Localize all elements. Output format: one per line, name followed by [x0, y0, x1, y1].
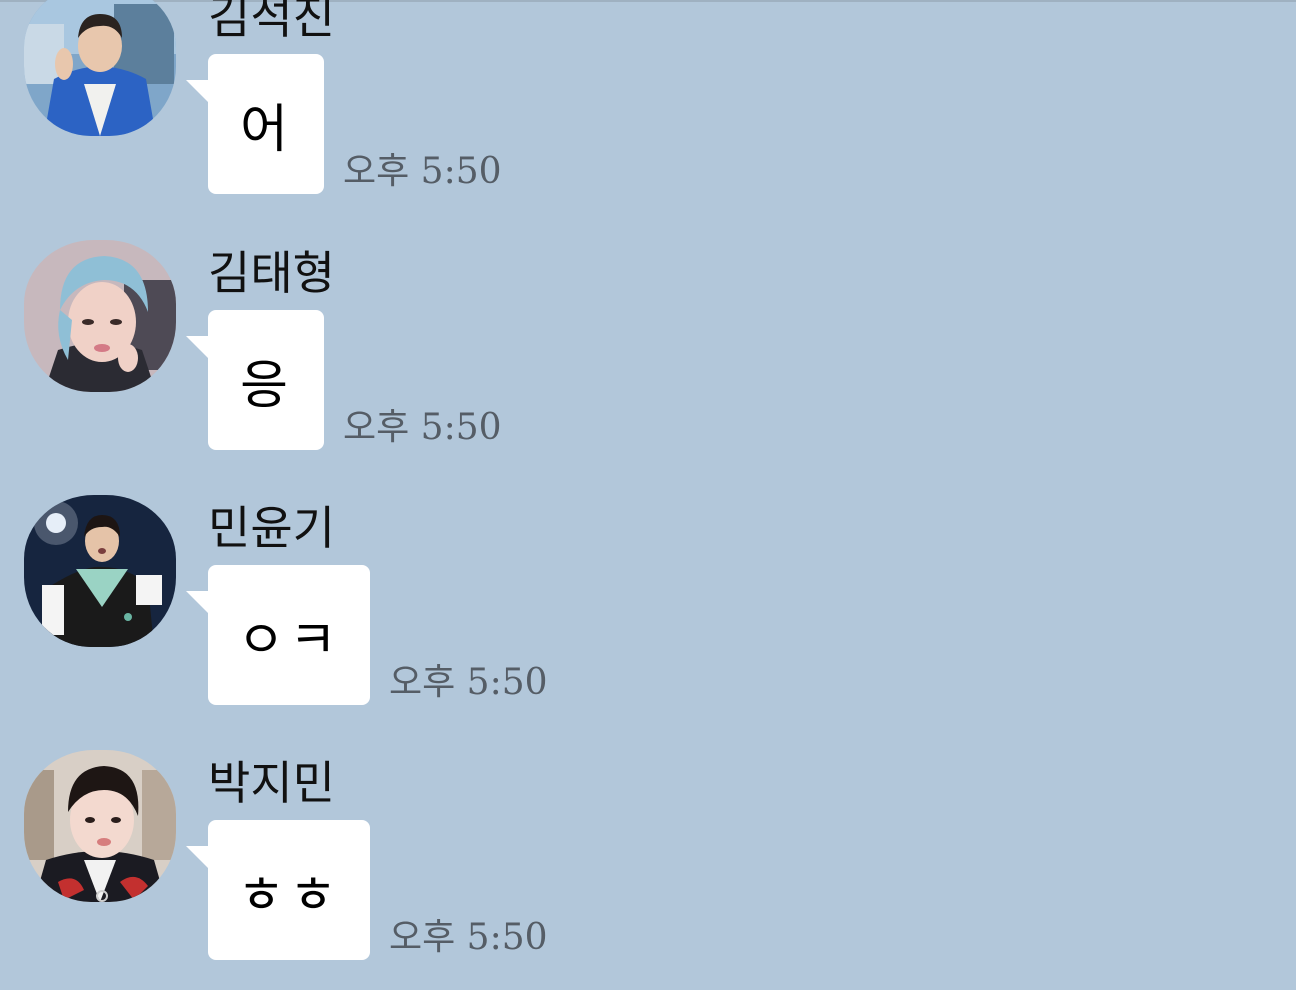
message-bubble[interactable]: ㅇㅋ: [186, 565, 370, 705]
message-time: 오후 5:50: [389, 662, 548, 703]
bubble-tail: [186, 336, 210, 360]
message-text: ㅇㅋ: [237, 610, 341, 671]
profile-photo-icon: [24, 0, 176, 136]
avatar[interactable]: [24, 0, 176, 136]
message-bubble[interactable]: 어: [186, 54, 324, 194]
chat-message: 박지민 ㅎㅎ 오후 5:50: [0, 750, 1296, 990]
sender-name: 김태형: [208, 246, 335, 300]
message-text: ㅎㅎ: [237, 865, 341, 926]
avatar[interactable]: [24, 240, 176, 392]
chat-message: 김석진 어 오후 5:50: [0, 0, 1296, 224]
profile-photo-icon: [24, 750, 176, 902]
chat-message: 김태형 응 오후 5:50: [0, 240, 1296, 480]
message-time: 오후 5:50: [343, 151, 502, 192]
bubble-tail: [186, 591, 210, 615]
sender-name: 박지민: [208, 756, 335, 810]
message-bubble[interactable]: ㅎㅎ: [186, 820, 370, 960]
message-text: 응: [240, 355, 292, 416]
message-time: 오후 5:50: [389, 917, 548, 958]
profile-photo-icon: [24, 240, 176, 392]
bubble-tail: [186, 846, 210, 870]
profile-photo-icon: [24, 495, 176, 647]
message-bubble[interactable]: 응: [186, 310, 324, 450]
message-text: 어: [240, 99, 292, 160]
avatar[interactable]: [24, 750, 176, 902]
avatar[interactable]: [24, 495, 176, 647]
sender-name: 민윤기: [208, 501, 335, 555]
message-time: 오후 5:50: [343, 407, 502, 448]
sender-name: 김석진: [208, 0, 335, 44]
chat-message: 민윤기 ㅇㅋ 오후 5:50: [0, 495, 1296, 735]
bubble-tail: [186, 80, 210, 104]
